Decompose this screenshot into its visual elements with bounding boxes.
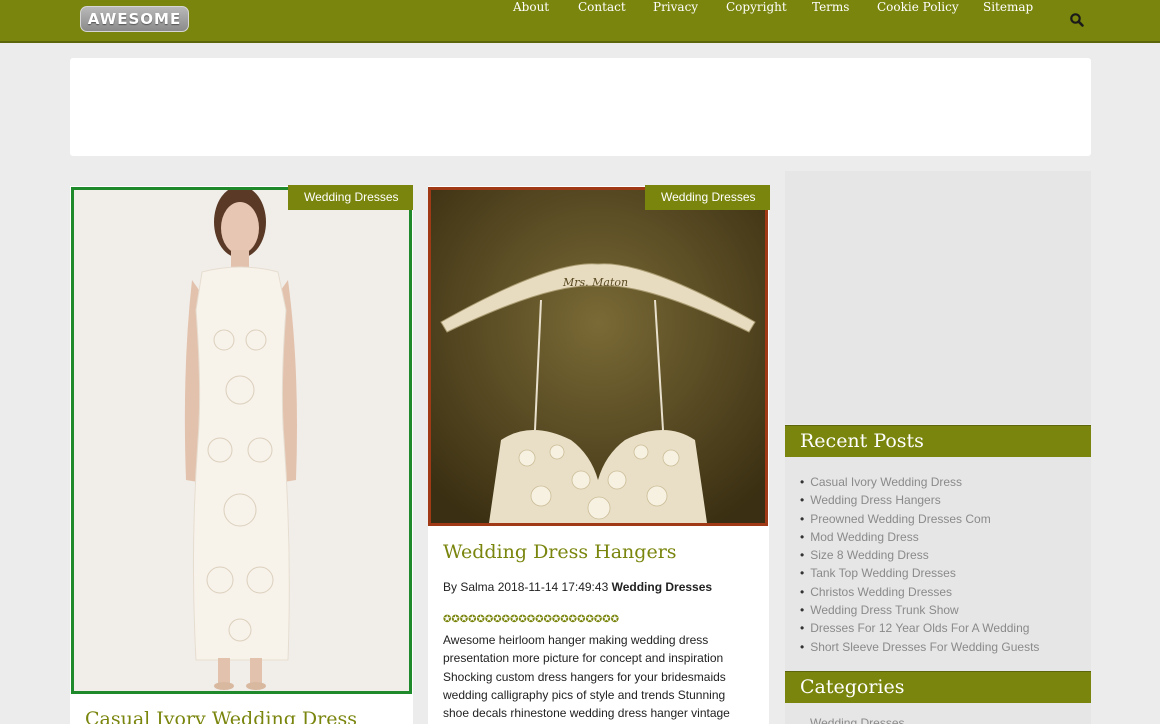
- categories-heading: Categories: [785, 671, 1091, 703]
- nav-copyright[interactable]: Copyright: [726, 0, 787, 14]
- recent-post-link[interactable]: Tank Top Wedding Dresses: [800, 565, 1039, 583]
- site-logo[interactable]: AWESOME: [80, 6, 189, 32]
- category-link[interactable]: Wedding Dresses: [810, 716, 905, 724]
- nav-terms[interactable]: Terms: [812, 0, 849, 14]
- recent-post-link[interactable]: Dresses For 12 Year Olds For A Wedding: [800, 620, 1039, 638]
- recent-post-link[interactable]: Wedding Dress Hangers: [800, 492, 1039, 510]
- post-image-dress[interactable]: [71, 187, 412, 694]
- post-title[interactable]: Casual Ivory Wedding Dress: [85, 708, 357, 724]
- hanger-illustration: Mrs. Maton: [431, 190, 765, 523]
- rating-stars: ✪✪✪✪✪✪✪✪✪✪✪✪✪✪✪✪✪✪✪✪✪: [443, 614, 619, 625]
- post-title[interactable]: Wedding Dress Hangers: [443, 541, 677, 563]
- recent-post-link[interactable]: Mod Wedding Dress: [800, 529, 1039, 547]
- search-icon[interactable]: [1069, 12, 1085, 28]
- recent-post-link[interactable]: Size 8 Wedding Dress: [800, 547, 1039, 565]
- dress-illustration: [74, 190, 409, 691]
- recent-posts-list: Casual Ivory Wedding Dress Wedding Dress…: [800, 474, 1039, 657]
- post-date: 2018-11-14 17:49:43: [497, 580, 609, 594]
- post-meta: By Salma 2018-11-14 17:49:43 Wedding Dre…: [443, 580, 712, 594]
- top-ad-placeholder: [70, 58, 1091, 156]
- post-excerpt: Awesome heirloom hanger making wedding d…: [443, 633, 730, 721]
- post-author: By Salma: [443, 580, 495, 594]
- sidebar-ad-placeholder: [785, 171, 1091, 424]
- recent-post-link[interactable]: Casual Ivory Wedding Dress: [800, 474, 1039, 492]
- category-badge[interactable]: Wedding Dresses: [288, 185, 413, 210]
- nav-about[interactable]: About: [513, 0, 549, 14]
- recent-posts-heading: Recent Posts: [785, 425, 1091, 457]
- recent-post-link[interactable]: Preowned Wedding Dresses Com: [800, 511, 1039, 529]
- post-image-hanger[interactable]: Mrs. Maton: [428, 187, 768, 526]
- recent-post-link[interactable]: Short Sleeve Dresses For Wedding Guests: [800, 639, 1039, 657]
- recent-post-link[interactable]: Wedding Dress Trunk Show: [800, 602, 1039, 620]
- post-category-link[interactable]: Wedding Dresses: [612, 580, 712, 594]
- nav-privacy[interactable]: Privacy: [653, 0, 698, 14]
- nav-contact[interactable]: Contact: [578, 0, 626, 14]
- hanger-engraving: Mrs. Maton: [562, 276, 628, 289]
- nav-sitemap[interactable]: Sitemap: [983, 0, 1033, 14]
- nav-cookie-policy[interactable]: Cookie Policy: [877, 0, 959, 14]
- top-navigation-bar: AWESOME About Contact Privacy Copyright …: [0, 0, 1160, 43]
- category-badge[interactable]: Wedding Dresses: [645, 185, 770, 210]
- recent-post-link[interactable]: Christos Wedding Dresses: [800, 584, 1039, 602]
